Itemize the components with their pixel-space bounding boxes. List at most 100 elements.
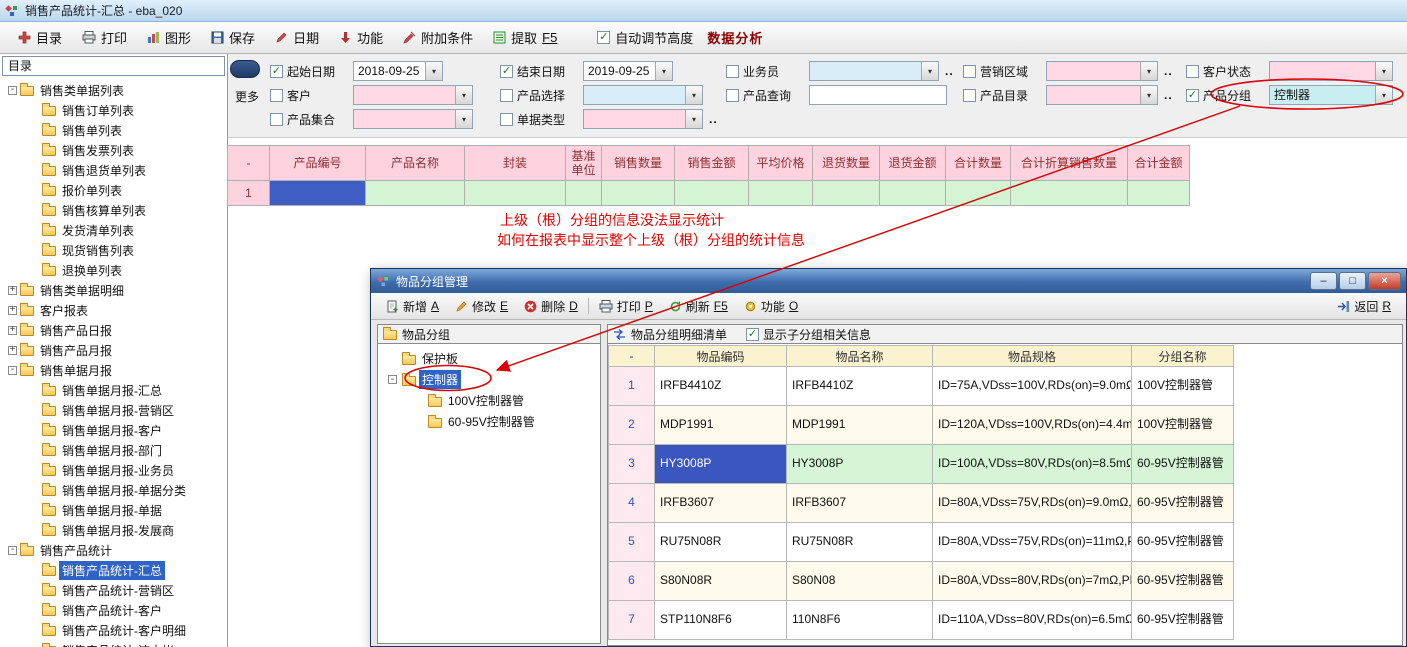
query-button[interactable]	[230, 60, 260, 78]
expand-icon[interactable]: +	[8, 326, 17, 335]
column-header[interactable]: 分组名称	[1131, 345, 1234, 367]
table-cell[interactable]	[879, 180, 946, 206]
sidebar-item[interactable]: -销售产品统计	[0, 540, 227, 560]
start-date-dropdown[interactable]: 2018-09-25▾	[353, 61, 443, 81]
column-header[interactable]: 基准单位	[565, 145, 602, 181]
show-child-toggle[interactable]: 显示子分组相关信息	[746, 326, 871, 343]
sidebar-item[interactable]: 销售单列表	[0, 120, 227, 140]
table-cell[interactable]	[269, 180, 366, 206]
sidebar-item[interactable]: 销售单据月报-发展商	[0, 520, 227, 540]
sidebar-item[interactable]: 销售发票列表	[0, 140, 227, 160]
product-set-checkbox[interactable]	[270, 113, 283, 126]
column-header[interactable]: 物品规格	[932, 345, 1132, 367]
browse-button[interactable]: ..	[707, 112, 720, 126]
more-button[interactable]: 更多	[235, 88, 259, 105]
graph-button[interactable]: 图形	[137, 24, 201, 51]
item-name-cell[interactable]: RU75N08R	[786, 522, 933, 562]
dialog-print-button[interactable]: 打印P	[591, 295, 661, 318]
column-header[interactable]: 退货金额	[879, 145, 946, 181]
close-button[interactable]: ×	[1368, 272, 1401, 290]
auto-height-checkbox[interactable]	[597, 31, 610, 44]
table-cell[interactable]	[812, 180, 880, 206]
product-group-checkbox[interactable]	[1186, 89, 1199, 102]
doc-type-dropdown[interactable]: ▾	[583, 109, 703, 129]
table-cell[interactable]	[1010, 180, 1128, 206]
item-spec-cell[interactable]: ID=80A,VDss=75V,RDs(on)=11mΩ,PD=280W	[932, 522, 1132, 562]
sidebar-item[interactable]: 报价单列表	[0, 180, 227, 200]
sidebar-item[interactable]: 现货销售列表	[0, 240, 227, 260]
sidebar-item[interactable]: 销售产品统计-客户	[0, 600, 227, 620]
column-header[interactable]: -	[608, 345, 655, 367]
item-code-cell[interactable]: HY3008P	[654, 444, 787, 484]
expand-icon[interactable]: +	[8, 346, 17, 355]
dialog-tree-item[interactable]: 60-95V控制器管	[378, 411, 600, 432]
doc-type-checkbox[interactable]	[500, 113, 513, 126]
table-cell[interactable]	[674, 180, 749, 206]
product-set-dropdown[interactable]: ▾	[353, 109, 473, 129]
group-name-cell[interactable]: 100V控制器管	[1131, 405, 1234, 445]
expand-icon[interactable]: +	[8, 306, 17, 315]
function-button[interactable]: 功能	[329, 24, 393, 51]
table-cell[interactable]	[464, 180, 566, 206]
item-code-cell[interactable]: RU75N08R	[654, 522, 787, 562]
column-header[interactable]: 物品名称	[786, 345, 933, 367]
add-button[interactable]: 新增A	[378, 295, 447, 318]
item-name-cell[interactable]: MDP1991	[786, 405, 933, 445]
dropdown-arrow-icon[interactable]: ▾	[655, 62, 672, 80]
expand-icon[interactable]: +	[8, 286, 17, 295]
table-row[interactable]: 4IRFB3607IRFB3607ID=80A,VDss=75V,RDs(on)…	[609, 484, 1234, 523]
dropdown-arrow-icon[interactable]: ▾	[425, 62, 442, 80]
group-name-cell[interactable]: 60-95V控制器管	[1131, 522, 1234, 562]
sidebar-item[interactable]: 销售退货单列表	[0, 160, 227, 180]
item-spec-cell[interactable]: ID=75A,VDss=100V,RDs(on)=9.0mΩ,PD=230W	[932, 366, 1132, 406]
save-button[interactable]: 保存	[201, 24, 265, 51]
item-code-cell[interactable]: S80N08R	[654, 561, 787, 601]
salesman-checkbox[interactable]	[726, 65, 739, 78]
sidebar-item[interactable]: 销售单据月报-单据	[0, 500, 227, 520]
item-name-cell[interactable]: S80N08	[786, 561, 933, 601]
dropdown-arrow-icon[interactable]: ▾	[685, 110, 702, 128]
column-header[interactable]: 合计数量	[945, 145, 1011, 181]
show-child-checkbox[interactable]	[746, 328, 759, 341]
salesman-dropdown[interactable]: ▾	[809, 61, 939, 81]
item-code-cell[interactable]: IRFB4410Z	[654, 366, 787, 406]
return-button[interactable]: 返回R	[1329, 295, 1399, 318]
sidebar-item[interactable]: +客户报表	[0, 300, 227, 320]
table-cell[interactable]	[601, 180, 675, 206]
dialog-tree-item[interactable]: -控制器	[378, 369, 600, 390]
dropdown-arrow-icon[interactable]: ▾	[685, 86, 702, 104]
table-cell[interactable]	[945, 180, 1011, 206]
dropdown-arrow-icon[interactable]: ▾	[1375, 62, 1392, 80]
column-header[interactable]: 产品名称	[365, 145, 465, 181]
customer-dropdown[interactable]: ▾	[353, 85, 473, 105]
product-select-checkbox[interactable]	[500, 89, 513, 102]
group-name-cell[interactable]: 100V控制器管	[1131, 366, 1234, 406]
item-spec-cell[interactable]: ID=120A,VDss=100V,RDs(on)=4.4mΩ,PD=223W	[932, 405, 1132, 445]
item-name-cell[interactable]: IRFB3607	[786, 483, 933, 523]
column-header[interactable]: 销售金额	[674, 145, 749, 181]
item-spec-cell[interactable]: ID=80A,VDss=75V,RDs(on)=9.0mΩ,PD=140W	[932, 483, 1132, 523]
directory-button[interactable]: 目录	[8, 24, 72, 51]
table-cell[interactable]	[565, 180, 602, 206]
column-header[interactable]: 产品编号	[269, 145, 366, 181]
product-query-input[interactable]	[809, 85, 947, 105]
item-name-cell[interactable]: HY3008P	[786, 444, 933, 484]
column-header[interactable]: -	[227, 145, 270, 181]
edit-button[interactable]: 修改E	[447, 295, 516, 318]
sidebar-item[interactable]: 销售单据月报-部门	[0, 440, 227, 460]
column-header[interactable]: 合计金额	[1127, 145, 1190, 181]
group-name-cell[interactable]: 60-95V控制器管	[1131, 600, 1234, 640]
end-date-checkbox[interactable]	[500, 65, 513, 78]
column-header[interactable]: 合计折算销售数量	[1010, 145, 1128, 181]
item-spec-cell[interactable]: ID=80A,VDss=80V,RDs(on)=7mΩ,PD=200W	[932, 561, 1132, 601]
table-row[interactable]: 3HY3008PHY3008PID=100A,VDss=80V,RDs(on)=…	[609, 445, 1234, 484]
browse-button[interactable]: ..	[1162, 64, 1175, 78]
table-row[interactable]: 2MDP1991MDP1991ID=120A,VDss=100V,RDs(on)…	[609, 406, 1234, 445]
sidebar-item[interactable]: 销售单据月报-营销区	[0, 400, 227, 420]
browse-button[interactable]: ..	[943, 64, 956, 78]
product-catalog-checkbox[interactable]	[963, 89, 976, 102]
item-name-cell[interactable]: IRFB4410Z	[786, 366, 933, 406]
product-group-dropdown[interactable]: 控制器▾	[1269, 85, 1393, 105]
dialog-function-button[interactable]: 功能O	[736, 295, 806, 318]
sidebar-item[interactable]: +销售产品日报	[0, 320, 227, 340]
